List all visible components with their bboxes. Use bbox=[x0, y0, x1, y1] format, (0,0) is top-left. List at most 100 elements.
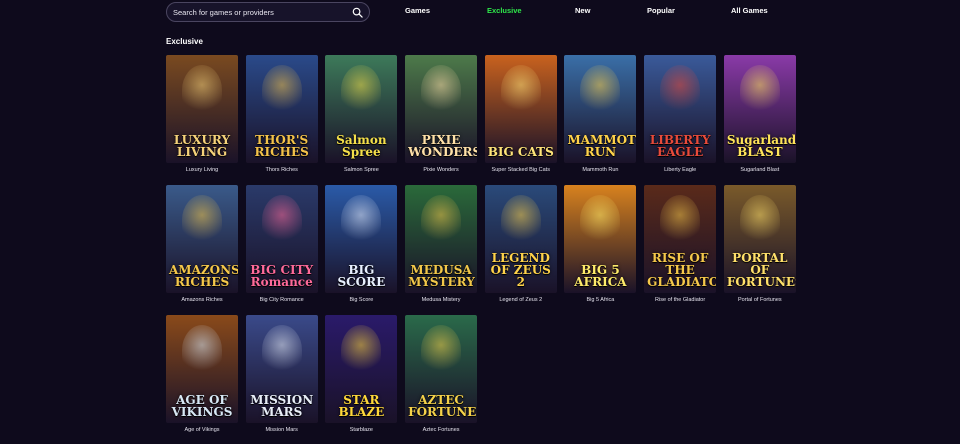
game-logo: BIG 5 AFRICA bbox=[574, 263, 627, 289]
game-logo: BIG CITY Romance bbox=[250, 263, 314, 289]
game-thumbnail[interactable]: MEDUSA MYSTERY bbox=[405, 185, 478, 293]
tab-all-games[interactable]: All Games bbox=[731, 6, 768, 15]
game-thumbnail[interactable]: Salmon Spree bbox=[325, 55, 398, 163]
game-thumbnail[interactable]: PIXIE WONDERS bbox=[405, 55, 478, 163]
game-artwork bbox=[421, 325, 462, 375]
game-card[interactable]: PIXIE WONDERS Pixie Wonders bbox=[405, 55, 478, 175]
game-artwork bbox=[341, 65, 382, 115]
game-card[interactable]: LEGEND OF ZEUS 2 Legend of Zeus 2 bbox=[484, 185, 557, 305]
game-thumbnail[interactable]: BIG CATS bbox=[484, 55, 557, 163]
game-card[interactable]: MEDUSA MYSTERY Medusa Mistery bbox=[405, 185, 478, 305]
game-title: Liberty Eagle bbox=[664, 167, 697, 173]
game-card[interactable]: AGE OF VIKINGS Age of Vikings bbox=[166, 315, 238, 435]
game-thumbnail[interactable]: BIG CITY Romance bbox=[245, 185, 318, 293]
game-logo: Salmon Spree bbox=[336, 133, 387, 159]
game-thumbnail[interactable]: AMAZONS RICHES bbox=[166, 185, 238, 293]
game-card[interactable]: PORTAL OF FORTUNES Portal of Fortunes bbox=[723, 185, 796, 305]
game-title: Medusa Mistery bbox=[421, 297, 461, 303]
game-title: Mammoth Run bbox=[582, 167, 619, 173]
game-card[interactable]: LIBERTY EAGLE Liberty Eagle bbox=[644, 55, 717, 175]
game-title: Portal of Fortunes bbox=[737, 297, 782, 303]
game-title: Rise of the Gladiator bbox=[655, 297, 706, 303]
game-title: Super Stacked Big Cats bbox=[491, 167, 550, 173]
game-title: Sugarland Blast bbox=[740, 167, 780, 173]
game-logo: BIG CATS bbox=[487, 145, 554, 159]
game-title: Aztec Fortunes bbox=[422, 427, 460, 433]
game-card[interactable]: Salmon Spree Salmon Spree bbox=[325, 55, 398, 175]
game-logo: AZTEC FORTUNES bbox=[408, 393, 477, 419]
search-box[interactable] bbox=[166, 2, 370, 22]
game-card[interactable]: AMAZONS RICHES Amazons Riches bbox=[166, 185, 238, 305]
game-logo: MISSION MARS bbox=[250, 393, 314, 419]
game-logo: LUXURY LIVING bbox=[173, 133, 231, 159]
game-logo: STAR BLAZE bbox=[338, 393, 385, 419]
game-title: Big Score bbox=[349, 297, 374, 303]
game-logo: LEGEND OF ZEUS 2 bbox=[490, 251, 551, 289]
game-card[interactable]: BIG CITY Romance Big City Romance bbox=[245, 185, 318, 305]
game-logo: MAMMOTH RUN bbox=[567, 133, 636, 159]
game-logo: RISE OF THE GLADIATOR bbox=[647, 251, 717, 289]
tab-exclusive[interactable]: Exclusive bbox=[487, 6, 522, 15]
game-card[interactable]: BIG 5 AFRICA Big 5 Africa bbox=[564, 185, 637, 305]
game-thumbnail[interactable]: MISSION MARS bbox=[245, 315, 318, 423]
game-title: Thors Riches bbox=[265, 167, 298, 173]
game-card[interactable]: Sugarland BLAST Sugarland Blast bbox=[723, 55, 796, 175]
game-thumbnail[interactable]: LIBERTY EAGLE bbox=[644, 55, 717, 163]
game-logo: AGE OF VIKINGS bbox=[171, 393, 233, 419]
game-thumbnail[interactable]: MAMMOTH RUN bbox=[564, 55, 637, 163]
game-artwork bbox=[739, 65, 780, 115]
tab-popular[interactable]: Popular bbox=[647, 6, 675, 15]
game-artwork bbox=[500, 195, 541, 245]
tab-new[interactable]: New bbox=[575, 6, 590, 15]
game-thumbnail[interactable]: THOR'S RICHES bbox=[245, 55, 318, 163]
game-artwork bbox=[580, 195, 621, 245]
game-thumbnail[interactable]: PORTAL OF FORTUNES bbox=[723, 185, 796, 293]
game-artwork bbox=[341, 325, 382, 375]
game-title: Amazons Riches bbox=[181, 297, 223, 303]
search-icon[interactable] bbox=[351, 6, 363, 18]
game-artwork bbox=[182, 65, 222, 115]
game-thumbnail[interactable]: AZTEC FORTUNES bbox=[405, 315, 478, 423]
game-title: Big City Romance bbox=[259, 297, 304, 303]
game-artwork bbox=[500, 65, 541, 115]
section-title: Exclusive bbox=[166, 37, 203, 46]
game-title: Age of Vikings bbox=[184, 427, 220, 433]
game-thumbnail[interactable]: LUXURY LIVING bbox=[166, 55, 238, 163]
game-artwork bbox=[739, 195, 780, 245]
game-card[interactable]: MAMMOTH RUN Mammoth Run bbox=[564, 55, 637, 175]
game-thumbnail[interactable]: Sugarland BLAST bbox=[723, 55, 796, 163]
game-logo: LIBERTY EAGLE bbox=[649, 133, 711, 159]
tab-games[interactable]: Games bbox=[405, 6, 430, 15]
game-artwork bbox=[660, 65, 701, 115]
game-logo: MEDUSA MYSTERY bbox=[408, 263, 475, 289]
game-thumbnail[interactable]: BIG 5 AFRICA bbox=[564, 185, 637, 293]
game-grid: LUXURY LIVING Luxury Living THOR'S RICHES T… bbox=[166, 55, 796, 435]
game-card[interactable]: STAR BLAZE Starblaze bbox=[325, 315, 398, 435]
game-thumbnail[interactable]: STAR BLAZE bbox=[325, 315, 398, 423]
game-artwork bbox=[261, 325, 302, 375]
game-thumbnail[interactable]: AGE OF VIKINGS bbox=[166, 315, 238, 423]
game-thumbnail[interactable]: RISE OF THE GLADIATOR bbox=[644, 185, 717, 293]
game-artwork bbox=[660, 195, 701, 245]
game-card[interactable]: MISSION MARS Mission Mars bbox=[245, 315, 318, 435]
game-thumbnail[interactable]: LEGEND OF ZEUS 2 bbox=[484, 185, 557, 293]
game-title: Salmon Spree bbox=[343, 167, 379, 173]
game-artwork bbox=[421, 195, 462, 245]
game-logo: BIG SCORE bbox=[337, 263, 386, 289]
game-title: Big 5 Africa bbox=[586, 297, 615, 303]
game-logo: Sugarland BLAST bbox=[726, 133, 796, 159]
game-artwork bbox=[182, 195, 222, 245]
game-artwork bbox=[182, 325, 222, 375]
game-card[interactable]: THOR'S RICHES Thors Riches bbox=[245, 55, 318, 175]
game-card[interactable]: RISE OF THE GLADIATOR Rise of the Gladiat… bbox=[644, 185, 717, 305]
search-input[interactable] bbox=[173, 7, 351, 17]
game-card[interactable]: LUXURY LIVING Luxury Living bbox=[166, 55, 238, 175]
game-card[interactable]: BIG SCORE Big Score bbox=[325, 185, 398, 305]
game-logo: AMAZONS RICHES bbox=[169, 263, 238, 289]
game-card[interactable]: AZTEC FORTUNES Aztec Fortunes bbox=[405, 315, 478, 435]
game-artwork bbox=[261, 195, 302, 245]
game-card[interactable]: BIG CATS Super Stacked Big Cats bbox=[484, 55, 557, 175]
game-thumbnail[interactable]: BIG SCORE bbox=[325, 185, 398, 293]
game-title: Legend of Zeus 2 bbox=[499, 297, 543, 303]
game-title: Mission Mars bbox=[265, 427, 298, 433]
